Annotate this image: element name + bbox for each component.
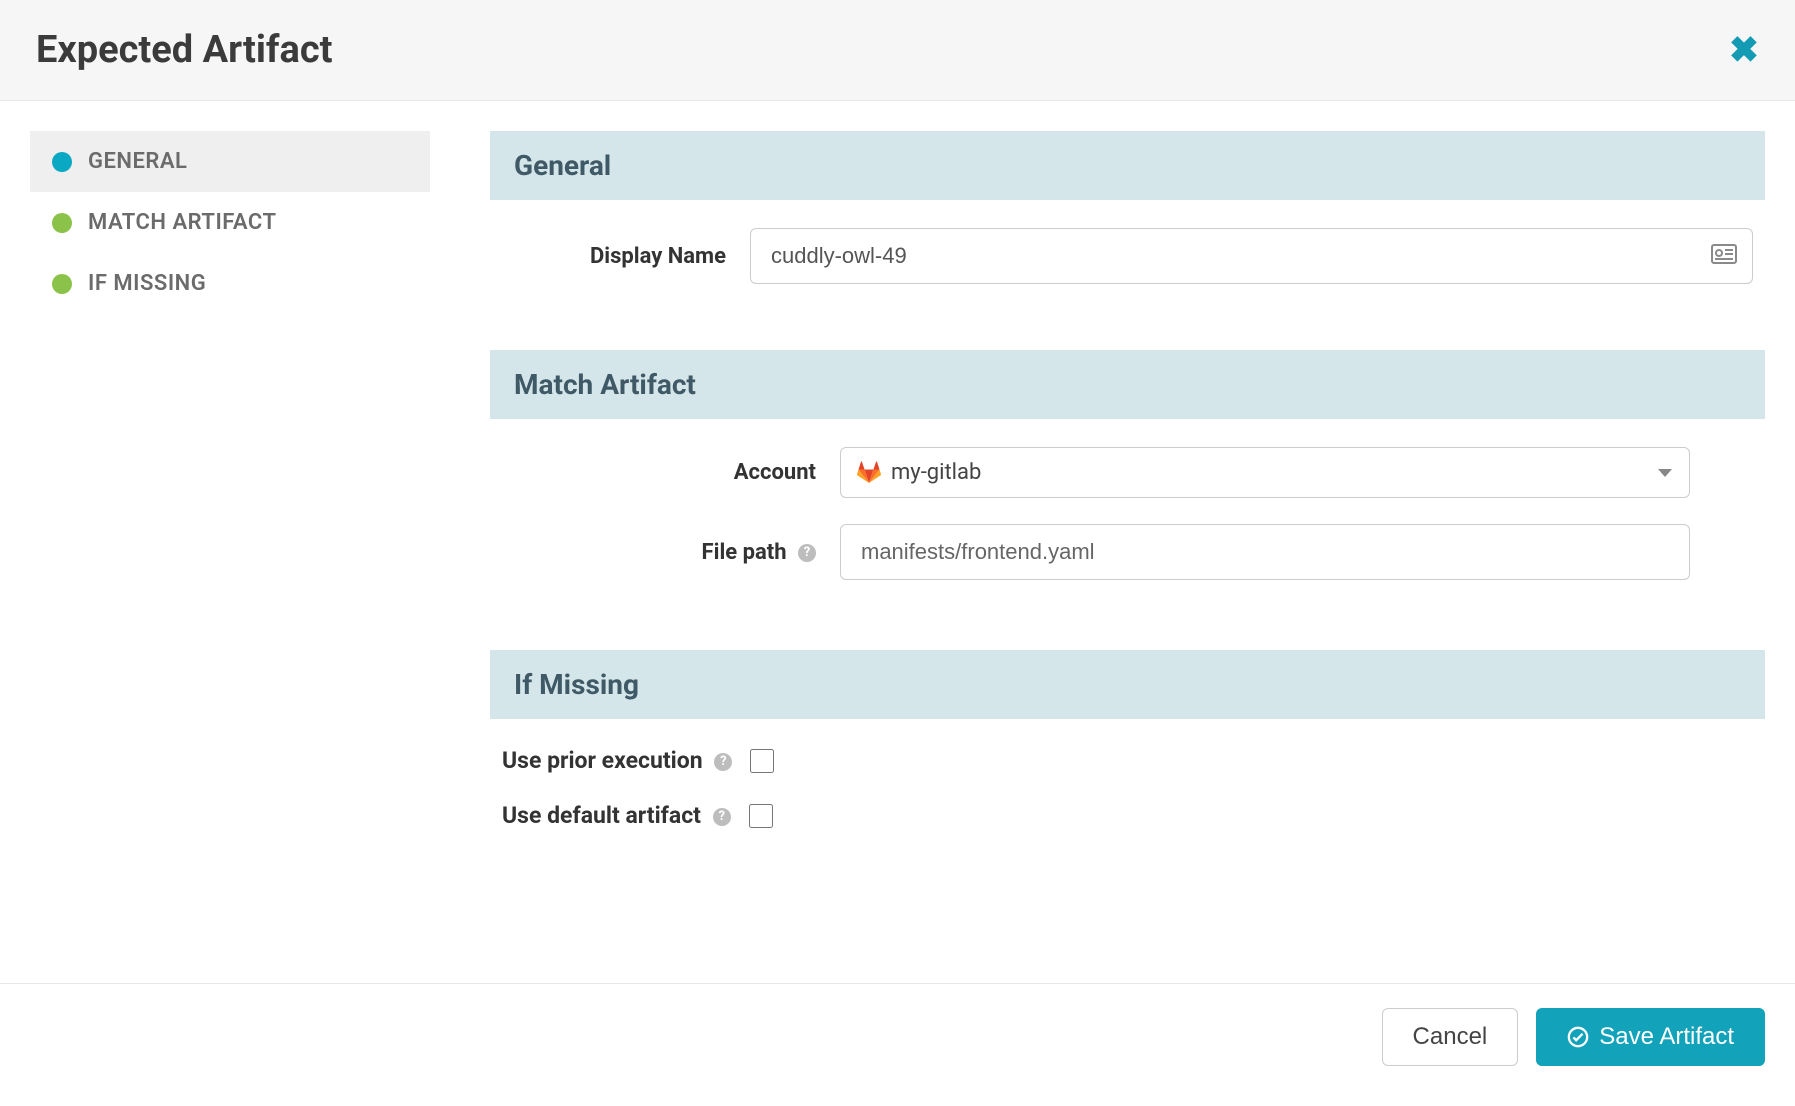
dot-icon	[52, 213, 72, 233]
help-icon[interactable]: ?	[713, 808, 731, 826]
section-header-ifmissing: If Missing	[490, 650, 1765, 719]
close-icon[interactable]: ✖	[1729, 29, 1759, 71]
main-content: General Display Name	[490, 131, 1765, 953]
use-prior-checkbox[interactable]	[750, 749, 774, 773]
account-select-wrap: my-gitlab	[840, 447, 1690, 498]
row-use-prior: Use prior execution ?	[490, 747, 1765, 774]
check-circle-icon	[1567, 1026, 1589, 1048]
sidebar-item-general[interactable]: GENERAL	[30, 131, 430, 192]
use-default-checkbox[interactable]	[749, 804, 773, 828]
filepath-input[interactable]	[840, 524, 1690, 580]
sidebar-item-label: MATCH ARTIFACT	[88, 210, 277, 235]
section-header-match: Match Artifact	[490, 350, 1765, 419]
modal-footer: Cancel Save Artifact	[0, 983, 1795, 1106]
row-use-default: Use default artifact ?	[490, 802, 1765, 829]
filepath-label: File path ?	[490, 540, 840, 565]
help-icon[interactable]: ?	[714, 753, 732, 771]
dot-icon	[52, 274, 72, 294]
form-row-filepath: File path ?	[490, 524, 1765, 580]
form-row-display-name: Display Name	[490, 228, 1765, 284]
modal-body: GENERAL MATCH ARTIFACT IF MISSING Genera…	[0, 101, 1795, 983]
expected-artifact-modal: Expected Artifact ✖ GENERAL MATCH ARTIFA…	[0, 0, 1795, 1106]
section-header-general: General	[490, 131, 1765, 200]
form-row-account: Account my-gi	[490, 447, 1765, 498]
save-label: Save Artifact	[1599, 1023, 1734, 1051]
id-card-icon[interactable]	[1711, 244, 1737, 268]
modal-title: Expected Artifact	[36, 28, 333, 72]
account-value: my-gitlab	[891, 460, 981, 485]
save-artifact-button[interactable]: Save Artifact	[1536, 1008, 1765, 1066]
display-name-input-wrap	[750, 228, 1753, 284]
sidebar-item-label: IF MISSING	[88, 271, 206, 296]
help-icon[interactable]: ?	[798, 544, 816, 562]
display-name-label: Display Name	[490, 244, 750, 269]
chevron-down-icon	[1658, 469, 1672, 477]
dot-icon	[52, 152, 72, 172]
account-label: Account	[490, 460, 840, 485]
cancel-button[interactable]: Cancel	[1382, 1008, 1519, 1066]
sidebar-item-match-artifact[interactable]: MATCH ARTIFACT	[30, 192, 430, 253]
display-name-input[interactable]	[750, 228, 1753, 284]
sidebar-item-if-missing[interactable]: IF MISSING	[30, 253, 430, 314]
sidebar-item-label: GENERAL	[88, 149, 187, 174]
gitlab-icon	[857, 461, 881, 485]
account-select[interactable]: my-gitlab	[840, 447, 1690, 498]
sidebar: GENERAL MATCH ARTIFACT IF MISSING	[30, 131, 430, 953]
use-prior-label: Use prior execution ?	[502, 747, 732, 774]
modal-header: Expected Artifact ✖	[0, 0, 1795, 101]
use-default-label: Use default artifact ?	[502, 802, 731, 829]
